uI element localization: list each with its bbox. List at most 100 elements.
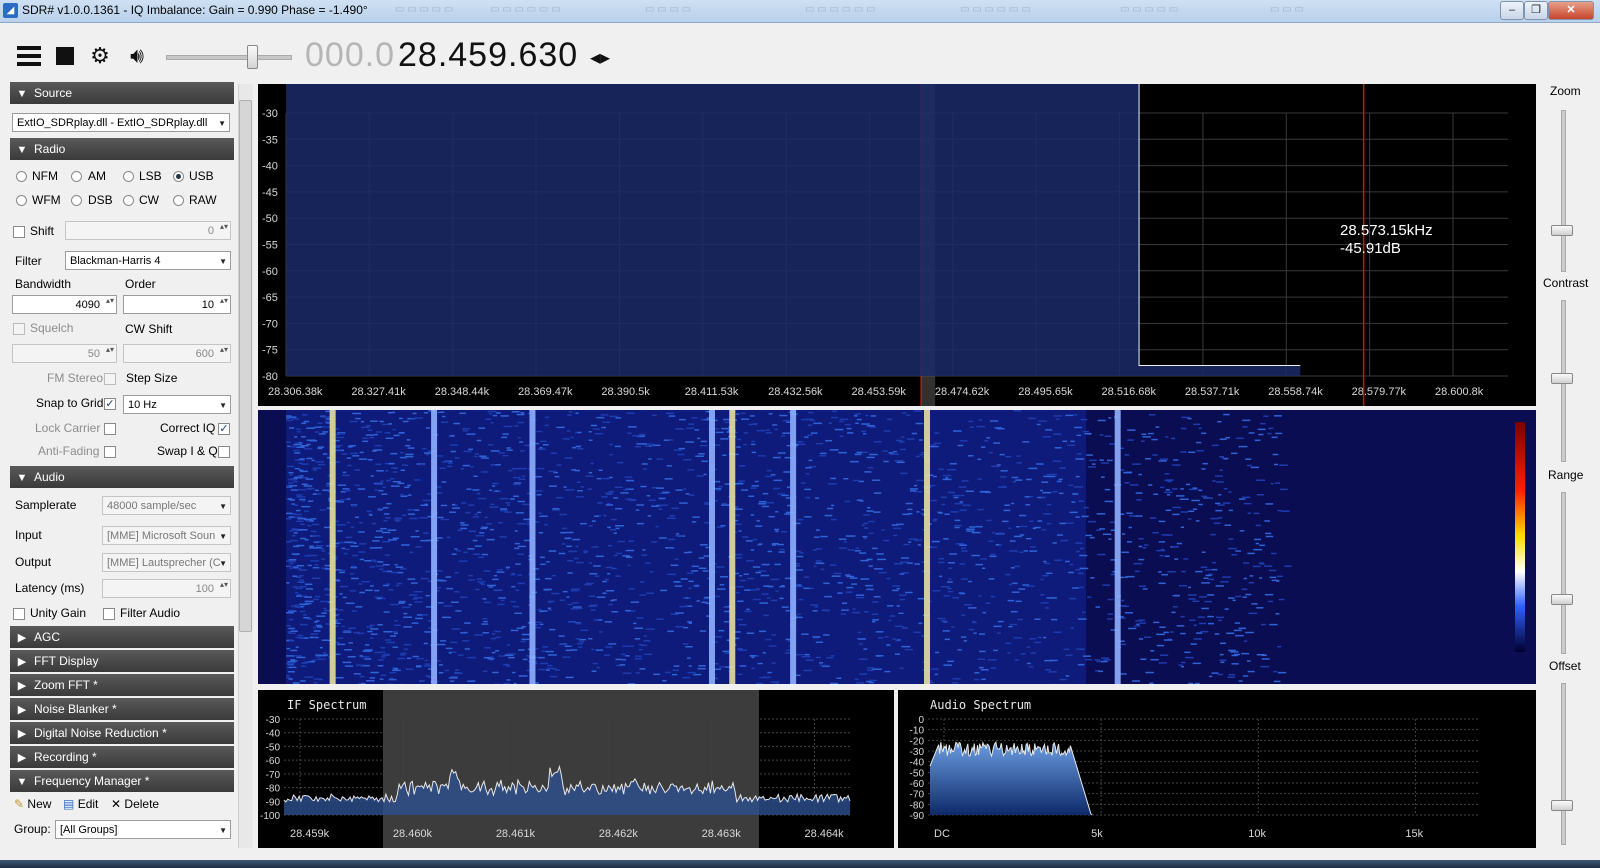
volume-slider-track[interactable] xyxy=(166,55,292,60)
section-header-recording[interactable]: ▶ Recording * xyxy=(10,746,234,768)
waterfall-speck xyxy=(294,516,303,518)
anti-fading-checkbox[interactable] xyxy=(104,446,116,458)
section-header-fft-display[interactable]: ▶ FFT Display xyxy=(10,650,234,672)
new-entry-button[interactable]: ✎ New xyxy=(14,797,51,811)
frequency-leading-digits[interactable]: 000.0 xyxy=(305,36,395,75)
shift-checkbox[interactable] xyxy=(13,226,25,238)
waterfall-speck xyxy=(877,558,887,561)
delete-entry-button[interactable]: ✕ Delete xyxy=(111,797,159,811)
snap-to-grid-checkbox[interactable]: ✓ xyxy=(104,398,116,410)
section-header-digital-noise-reduction[interactable]: ▶ Digital Noise Reduction * xyxy=(10,722,234,744)
offset-slider-thumb[interactable] xyxy=(1551,800,1573,811)
gear-icon[interactable]: ⚙ xyxy=(86,42,114,70)
waterfall-speck xyxy=(639,668,646,670)
waterfall-speck xyxy=(443,605,453,607)
section-header-audio[interactable]: ▼ Audio xyxy=(10,466,234,488)
range-slider-track[interactable] xyxy=(1561,492,1566,654)
lock-carrier-checkbox[interactable] xyxy=(104,423,116,435)
waterfall-speck xyxy=(666,465,672,467)
x-tick-label: 28.461k xyxy=(496,828,536,840)
speaker-icon[interactable]: 🔊︎ xyxy=(123,42,151,70)
if-spectrum-plot[interactable]: -30-40-50-60-70-80-90-10028.459k 28.460k 2… xyxy=(258,690,894,848)
waterfall-speck xyxy=(296,431,301,433)
mode-radio-am[interactable] xyxy=(71,171,82,182)
squelch-spinbox[interactable]: 50 xyxy=(12,344,117,363)
minimize-button[interactable]: – xyxy=(1500,1,1524,20)
bandwidth-spinbox[interactable]: 4090 xyxy=(12,295,117,314)
source-device-select[interactable]: ExtIO_SDRplay.dll - ExtIO_SDRplay.dll ▼ xyxy=(12,113,230,132)
order-spinbox[interactable]: 10 xyxy=(123,295,231,314)
squelch-checkbox[interactable] xyxy=(13,323,25,335)
stop-icon[interactable] xyxy=(51,42,79,70)
audio-input-select[interactable]: [MME] Microsoft Soun ▼ xyxy=(102,526,231,545)
mode-radio-raw[interactable] xyxy=(173,195,184,206)
waterfall-speck xyxy=(985,602,991,604)
spectrum-panel[interactable]: -30 -35 -40 -45 -50 -55 -60 -65 -70 -75 -80 28.306.… xyxy=(258,84,1536,406)
close-button[interactable]: ✕ xyxy=(1548,1,1594,20)
section-header-radio[interactable]: ▼ Radio xyxy=(10,138,234,160)
waterfall-speck xyxy=(1070,440,1075,443)
x-tick-label: 28.459k xyxy=(290,828,330,840)
fm-stereo-checkbox[interactable] xyxy=(104,373,116,385)
waterfall-speck xyxy=(929,445,939,448)
waterfall-speck xyxy=(599,631,603,633)
range-slider-thumb[interactable] xyxy=(1551,594,1573,605)
latency-spinbox[interactable]: 100 xyxy=(102,579,231,598)
waterfall-speck xyxy=(961,480,969,482)
section-header-noise-blanker[interactable]: ▶ Noise Blanker * xyxy=(10,698,234,720)
zoom-slider-thumb[interactable] xyxy=(1551,225,1573,236)
swap-iq-checkbox[interactable] xyxy=(218,446,230,458)
filter-audio-checkbox[interactable] xyxy=(103,608,115,620)
maximize-button[interactable]: ❐ xyxy=(1524,1,1548,20)
waterfall-speck xyxy=(488,586,494,588)
left-panel-scroll-thumb[interactable] xyxy=(239,100,252,632)
waterfall-speck xyxy=(510,629,519,632)
waterfall-speck xyxy=(482,598,487,600)
waterfall-speck xyxy=(759,602,769,604)
menu-icon[interactable] xyxy=(15,42,43,70)
section-header-agc[interactable]: ▶ AGC xyxy=(10,626,234,648)
waterfall-speck xyxy=(683,458,692,461)
section-header-source[interactable]: ▼ Source xyxy=(10,82,234,104)
x-tick-label: 28.306.38k xyxy=(268,386,323,398)
mode-radio-cw[interactable] xyxy=(123,195,134,206)
frequency-display[interactable]: 28.459.630 xyxy=(398,36,578,75)
waterfall-speck xyxy=(986,437,991,439)
waterfall-speck xyxy=(312,523,320,526)
correct-iq-checkbox[interactable]: ✓ xyxy=(218,423,230,435)
samplerate-select[interactable]: 48000 sample/sec ▼ xyxy=(102,496,231,515)
zoom-slider-track[interactable] xyxy=(1561,110,1566,272)
waterfall-speck xyxy=(784,513,791,515)
unity-gain-checkbox[interactable] xyxy=(13,608,25,620)
mode-radio-dsb[interactable] xyxy=(71,195,82,206)
mode-radio-lsb[interactable] xyxy=(123,171,134,182)
waterfall-speck xyxy=(1167,480,1172,483)
section-title: Radio xyxy=(34,142,66,156)
mode-radio-wfm[interactable] xyxy=(16,195,27,206)
if-spectrum-panel[interactable]: -30 -40 -50 -60 -70 -80 -90 -100 28.459k 28.460k 2… xyxy=(258,690,894,848)
waterfall-speck xyxy=(362,440,369,443)
waterfall-speck xyxy=(288,471,294,474)
step-size-select[interactable]: 10 Hz ▼ xyxy=(123,395,231,414)
edit-entry-button[interactable]: ▤ Edit xyxy=(63,797,98,811)
mode-radio-usb[interactable] xyxy=(173,171,184,182)
volume-slider-thumb[interactable] xyxy=(247,45,258,69)
waterfall-speck xyxy=(1227,547,1237,550)
audio-spectrum-panel[interactable]: 0 -10 -20 -30 -40 -50 -60 -70 -80 -90 DC 5k 10k 15k A… xyxy=(898,690,1536,848)
audio-spectrum-plot[interactable]: 0-10-20-30-40-50-60-70-80-90DC 5k 10k 15k xyxy=(898,690,1536,848)
tuning-arrows-icon[interactable]: ◂▸ xyxy=(590,45,610,70)
contrast-slider-thumb[interactable] xyxy=(1551,373,1573,384)
filter-select[interactable]: Blackman-Harris 4 ▼ xyxy=(65,251,231,270)
group-select[interactable]: [All Groups] ▼ xyxy=(55,820,231,839)
cw-shift-spinbox[interactable]: 600 xyxy=(123,344,231,363)
audio-output-select[interactable]: [MME] Lautsprecher (C ▼ xyxy=(102,553,231,572)
waterfall-panel[interactable] xyxy=(258,410,1536,684)
section-header-frequency-manager[interactable]: ▼ Frequency Manager * xyxy=(10,770,234,792)
offset-slider-track[interactable] xyxy=(1561,683,1566,845)
waterfall-speck xyxy=(1231,452,1238,455)
section-header-zoom-fft[interactable]: ▶ Zoom FFT * xyxy=(10,674,234,696)
mode-radio-nfm[interactable] xyxy=(16,171,27,182)
waterfall-speck xyxy=(301,436,306,438)
waterfall-display[interactable] xyxy=(258,410,1536,684)
shift-spinbox[interactable]: 0 xyxy=(65,221,231,240)
